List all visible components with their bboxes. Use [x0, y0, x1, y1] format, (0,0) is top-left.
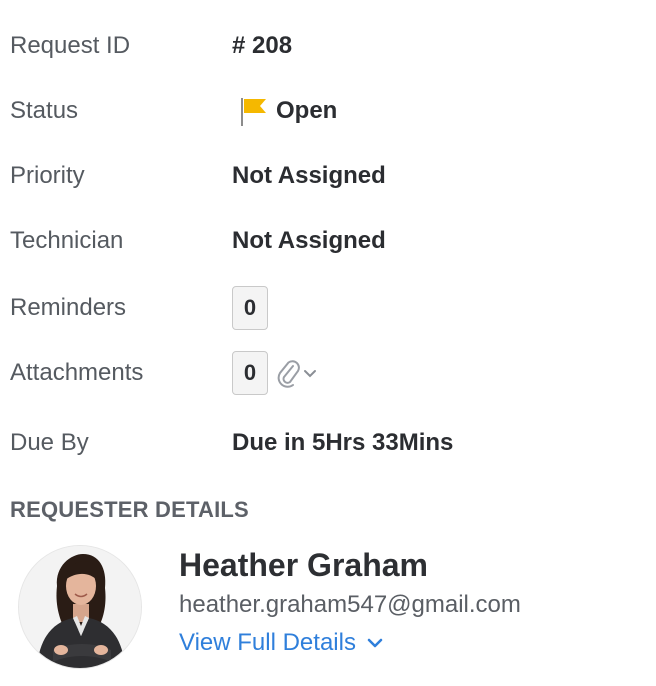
status-value-wrap[interactable]: Open [232, 94, 337, 128]
status-label: Status [10, 97, 79, 124]
reminders-label: Reminders [10, 294, 127, 321]
requester-name: Heather Graham [179, 547, 428, 583]
due-by-label: Due By [10, 429, 89, 456]
view-full-details-label: View Full Details [179, 629, 356, 656]
request-id-label: Request ID [10, 32, 131, 59]
reminders-count-button[interactable]: 0 [232, 286, 268, 330]
request-id-value: # 208 [232, 32, 293, 59]
avatar-image [19, 546, 141, 668]
technician-row: Technician Not Assigned [10, 221, 656, 261]
chevron-down-icon [304, 370, 316, 378]
chevron-down-icon [367, 638, 383, 648]
status-value: Open [276, 97, 338, 124]
priority-label: Priority [10, 162, 85, 189]
flag-icon [241, 98, 266, 126]
technician-value[interactable]: Not Assigned [232, 227, 386, 255]
paperclip-icon [277, 360, 300, 388]
attachments-label: Attachments [10, 359, 144, 386]
requester-email: heather.graham547@gmail.com [179, 591, 521, 618]
requester-section-title: REQUESTER DETAILS [10, 497, 249, 522]
priority-row: Priority Not Assigned [10, 156, 656, 196]
due-by-value: Due in 5Hrs 33Mins [232, 429, 454, 456]
status-row: Status Open [10, 91, 656, 131]
attachments-row: Attachments 0 [10, 351, 656, 395]
priority-value[interactable]: Not Assigned [232, 162, 386, 190]
technician-label: Technician [10, 227, 124, 254]
avatar [18, 545, 142, 669]
due-by-row: Due By Due in 5Hrs 33Mins [10, 423, 656, 463]
view-full-details-link[interactable]: View Full Details [179, 629, 384, 657]
attach-dropdown[interactable] [276, 358, 318, 388]
request-id-row: Request ID # 208 [10, 26, 656, 66]
reminders-row: Reminders 0 [10, 286, 656, 330]
attachments-count-button[interactable]: 0 [232, 351, 268, 395]
